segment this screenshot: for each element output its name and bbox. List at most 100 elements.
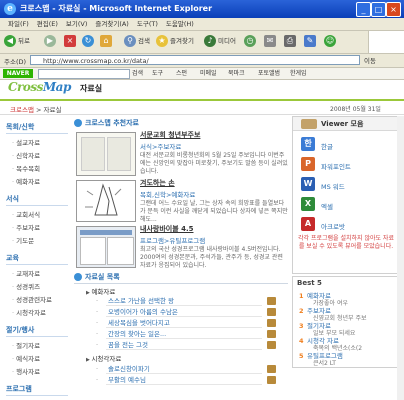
search-button[interactable]: ⚲ 검색 xyxy=(124,34,150,49)
excel-icon[interactable]: X xyxy=(301,197,315,211)
rec-item-title[interactable]: 내사랑바이블 4.5 xyxy=(140,224,288,234)
download-icon[interactable] xyxy=(267,308,276,316)
naver-logo[interactable]: NAVER xyxy=(3,69,33,78)
close-button[interactable]: × xyxy=(386,2,401,17)
naver-bookmark[interactable]: 북마크 xyxy=(228,68,245,79)
refresh-button[interactable]: ↻ xyxy=(82,34,96,49)
rec-item-title[interactable]: 겨도하는 손 xyxy=(140,178,288,188)
list-row[interactable]: · 간장의 찾아는 일은... xyxy=(96,329,276,339)
best-item[interactable]: 5 유틸프로그램 큰서2 LT xyxy=(299,350,343,367)
menu-tools[interactable]: 도구(T) xyxy=(137,18,158,30)
nav-item-sermon[interactable]: 설교자료 xyxy=(12,137,68,147)
best-item[interactable]: 3 절기자료 일보 부모 되세요 xyxy=(299,320,355,337)
rec-item-category[interactable]: 프로그램>유틸프로그램 xyxy=(140,235,288,245)
list-row[interactable]: · 세상목심을 벗어다지고 xyxy=(96,318,276,328)
edit-icon: ✎ xyxy=(304,35,316,47)
edit-button[interactable]: ✎ xyxy=(304,34,318,49)
download-icon[interactable] xyxy=(267,297,276,305)
download-icon[interactable] xyxy=(267,365,276,373)
minimize-button[interactable]: _ xyxy=(356,2,371,17)
naver-spun[interactable]: 스펀 xyxy=(176,68,187,79)
list-row[interactable]: · 솔로신창이파기 xyxy=(96,364,276,374)
naver-hangame[interactable]: 한게임 xyxy=(290,68,307,79)
download-icon[interactable] xyxy=(267,330,276,338)
menu-favorites[interactable]: 즐겨찾기(A) xyxy=(95,18,128,30)
naver-search-button[interactable]: 검색 xyxy=(132,68,143,79)
viewer-item-excel[interactable]: 엑셀 xyxy=(321,201,333,211)
acrobat-icon[interactable]: A xyxy=(301,217,315,231)
rec-item-title[interactable]: 서문교회 청년부주보 xyxy=(140,130,288,140)
nav-head-ministry[interactable]: 목회/신학 xyxy=(6,122,68,134)
nav-item-ceremony[interactable]: 예식자료 xyxy=(12,353,68,363)
nav-item-illustration[interactable]: 예화자료 xyxy=(12,176,68,186)
nav-item-bible-quiz[interactable]: 성경퀴즈 xyxy=(12,281,68,291)
naver-photo[interactable]: 포토앨범 xyxy=(258,68,280,79)
menu-file[interactable]: 파일(F) xyxy=(8,18,29,30)
naver-search-input[interactable] xyxy=(38,69,130,79)
messenger-button[interactable]: ☺ xyxy=(324,34,338,49)
nav-head-education[interactable]: 교육 xyxy=(6,253,68,265)
list-row[interactable]: · 오병이어가 아름의 수남은 xyxy=(96,307,276,317)
naver-toolbar: NAVER 검색 도구 스펀 미메일 북마크 포토앨범 한게임 xyxy=(0,68,404,80)
nav-item-pastoral[interactable]: 목수목회 xyxy=(12,163,68,173)
rec-item-category[interactable]: 목회,신학>예화자료 xyxy=(140,189,288,199)
breadcrumb-separator: > xyxy=(33,106,44,114)
home-icon: ⌂ xyxy=(100,35,112,47)
nav-head-seasons[interactable]: 절기/행사 xyxy=(6,325,68,337)
nav-head-program[interactable]: 프로그램 xyxy=(6,384,68,396)
thumb-bulletin[interactable] xyxy=(76,132,136,176)
menu-help[interactable]: 도움말(H) xyxy=(166,18,194,30)
list-row[interactable]: · 부활의 예수님 xyxy=(96,375,276,385)
back-button[interactable]: ◀ 뒤로 xyxy=(4,34,30,49)
media-button[interactable]: ♪ 미디어 xyxy=(204,34,236,49)
download-icon[interactable] xyxy=(267,376,276,384)
powerpoint-icon[interactable]: P xyxy=(301,157,315,171)
list-row[interactable]: · 스스로 가난을 선택한 왕 xyxy=(96,296,276,306)
naver-mail[interactable]: 미메일 xyxy=(200,68,217,79)
best-item[interactable]: 2 주보자료 신영교회 청년부 주보 xyxy=(299,305,367,322)
download-icon[interactable] xyxy=(267,319,276,327)
forward-button[interactable]: ▶ xyxy=(44,34,58,49)
menu-view[interactable]: 보기(V) xyxy=(66,18,87,30)
viewer-item-powerpoint[interactable]: 파워포인트 xyxy=(321,161,351,171)
word-icon[interactable]: W xyxy=(301,177,315,191)
viewer-item-word[interactable]: MS 워드 xyxy=(321,181,345,191)
hwp-icon[interactable]: 한 xyxy=(301,137,315,151)
history-button[interactable]: ◷ xyxy=(244,34,258,49)
thumb-bible-program[interactable] xyxy=(76,226,136,268)
thumb-praying-hands[interactable] xyxy=(76,180,136,222)
viewer-item-hwp[interactable]: 한글 xyxy=(321,141,333,151)
mail-button[interactable]: ✉ xyxy=(264,34,278,49)
nav-item-church-forms[interactable]: 교회서식 xyxy=(12,209,68,219)
go-button[interactable]: 이동 xyxy=(364,55,376,65)
search-icon: ⚲ xyxy=(124,35,136,47)
nav-item-bulletin[interactable]: 주보자료 xyxy=(12,222,68,232)
menu-edit[interactable]: 편집(E) xyxy=(37,18,58,30)
print-button[interactable]: ⎙ xyxy=(284,34,298,49)
nav-item-theology[interactable]: 신학자료 xyxy=(12,150,68,160)
nav-item-prayer[interactable]: 기도문 xyxy=(12,235,68,245)
nav-item-bible-related[interactable]: 성경관련자료 xyxy=(12,294,68,304)
breadcrumb-home[interactable]: 크로스맵 xyxy=(10,106,34,114)
viewer-item-acrobat[interactable]: 아크로밧 xyxy=(321,221,345,231)
nav-item-season[interactable]: 절기자료 xyxy=(12,340,68,350)
vertical-scrollbar[interactable] xyxy=(397,116,404,400)
nav-head-forms[interactable]: 서식 xyxy=(6,194,68,206)
crossmap-logo[interactable]: CrossMap xyxy=(8,80,71,96)
best-item[interactable]: 1 예화자료 가장좋아 여우 xyxy=(299,290,348,307)
home-button[interactable]: ⌂ xyxy=(100,34,114,49)
address-input[interactable]: http://www.crossmap.co.kr/data/ xyxy=(30,55,360,65)
maximize-button[interactable]: □ xyxy=(371,2,386,17)
download-icon[interactable] xyxy=(267,341,276,349)
best-item[interactable]: 4 시청각 자료 축복의 백년소(소(2 xyxy=(299,335,362,352)
naver-tools[interactable]: 도구 xyxy=(152,68,163,79)
nav-item-audiovisual[interactable]: 시청각자료 xyxy=(12,307,68,317)
list-row[interactable]: · 꿈을 전는 그것 xyxy=(96,340,276,350)
nav-item-event[interactable]: 행사자료 xyxy=(12,366,68,376)
rec-item-category[interactable]: 서식>주보자료 xyxy=(140,141,288,151)
best-sub[interactable]: 큰서2 LT xyxy=(313,358,336,367)
favorites-button[interactable]: ★ 즐겨찾기 xyxy=(156,34,194,49)
stop-button[interactable]: × xyxy=(64,34,78,49)
header-divider xyxy=(0,99,404,101)
nav-item-textbook[interactable]: 교재자료 xyxy=(12,268,68,278)
